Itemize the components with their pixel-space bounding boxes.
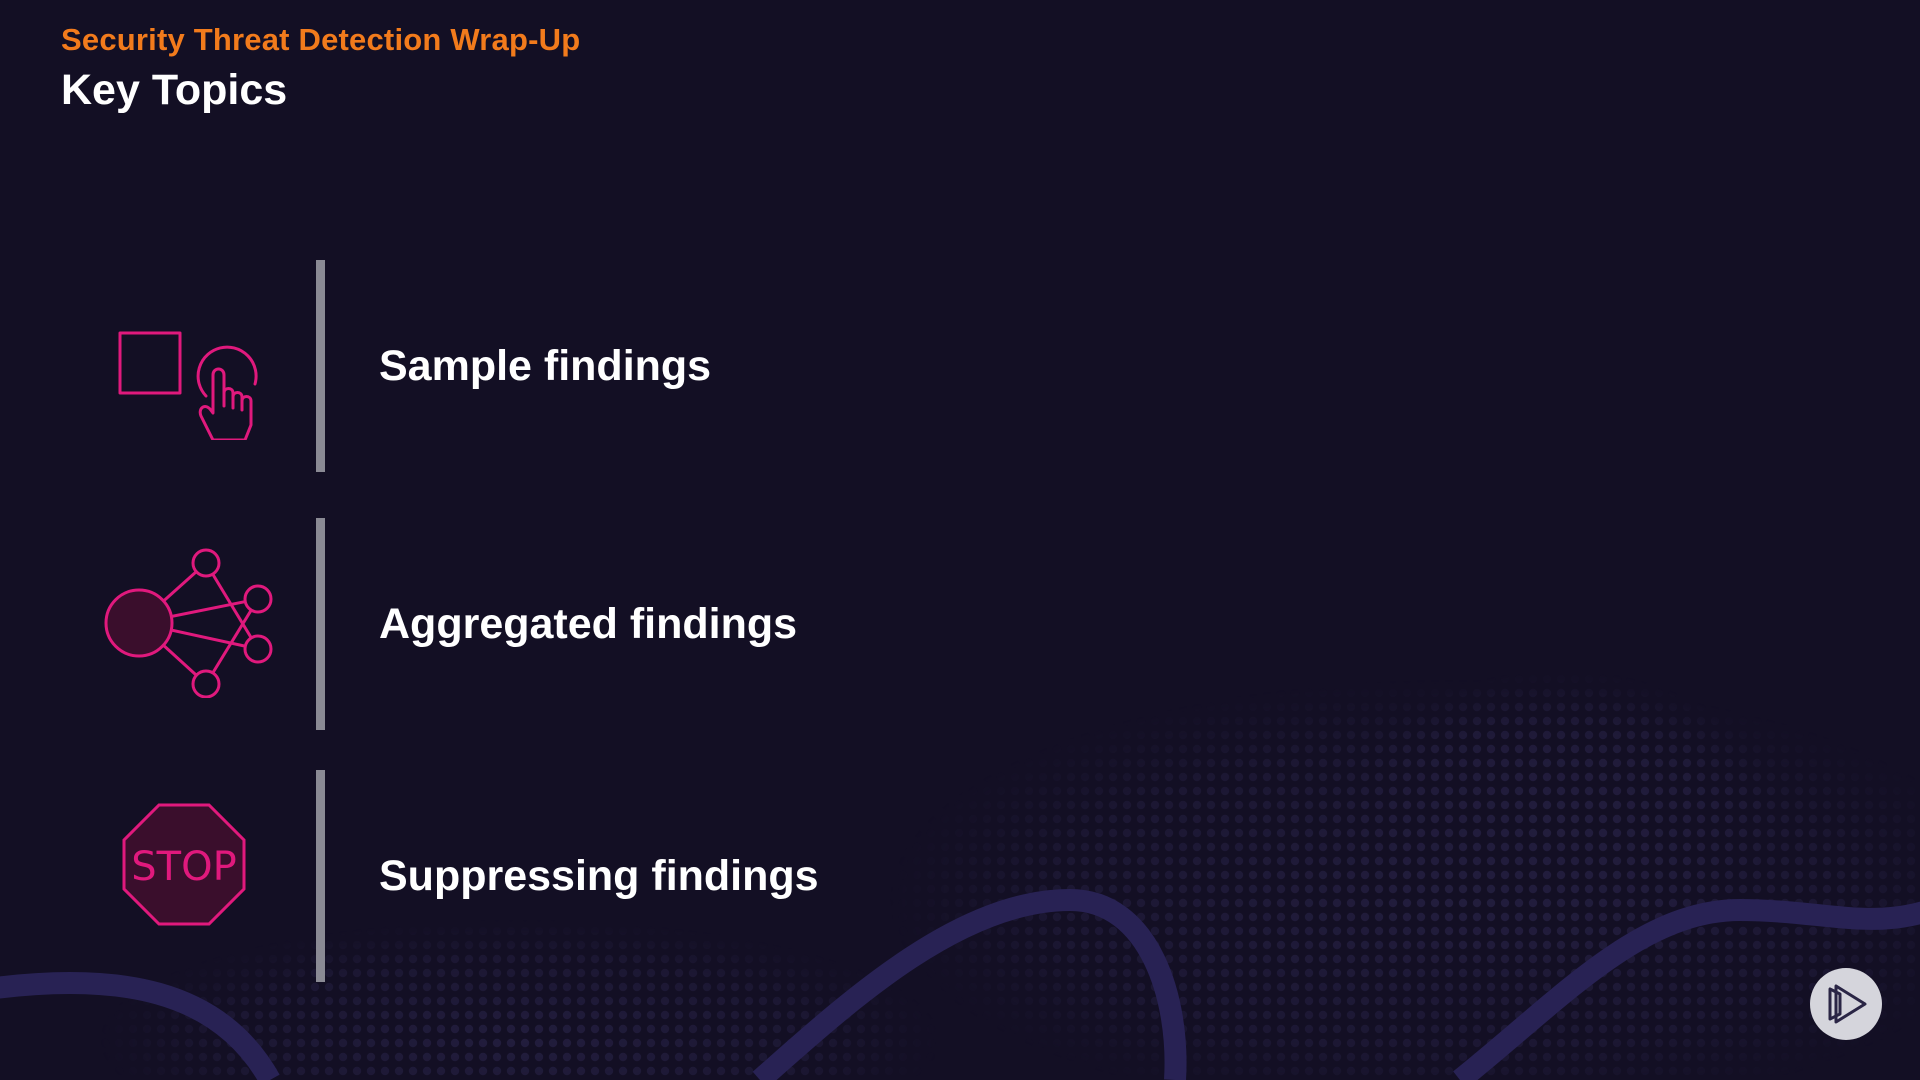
topic-divider [316, 518, 325, 730]
slide-subtitle: Security Threat Detection Wrap-Up [61, 22, 581, 57]
topic-suppressing-findings: STOP Suppressing findings [0, 770, 1000, 982]
stop-sign-icon: STOP [100, 800, 280, 950]
play-logo-icon [1828, 984, 1867, 1024]
slide: Security Threat Detection Wrap-Up Key To… [0, 0, 1920, 1080]
topic-label: Aggregated findings [379, 600, 798, 648]
topic-divider [316, 770, 325, 982]
stop-sign-text: STOP [131, 844, 236, 890]
network-aggregate-icon [100, 548, 280, 699]
select-pointer-icon [100, 290, 280, 442]
topic-sample-findings: Sample findings [0, 260, 1000, 472]
slide-title: Key Topics [61, 66, 288, 114]
topic-label: Sample findings [379, 342, 712, 390]
topic-divider [316, 260, 325, 472]
topic-aggregated-findings: Aggregated findings [0, 518, 1000, 730]
play-logo-button[interactable] [1810, 968, 1882, 1040]
topic-label: Suppressing findings [379, 852, 819, 900]
